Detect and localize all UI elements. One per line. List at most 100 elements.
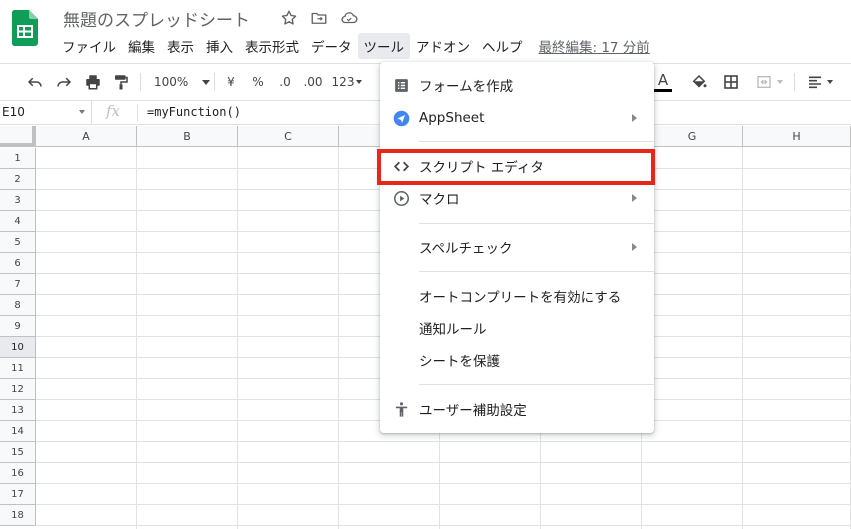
column-header[interactable]: G (642, 126, 743, 147)
column-header[interactable]: C (238, 126, 339, 147)
row-header[interactable]: 2 (0, 169, 36, 190)
zoom-value: 100% (154, 75, 189, 89)
tools-menu-item[interactable]: AppSheet (380, 102, 654, 134)
select-all-corner[interactable] (0, 126, 36, 147)
menu-separator (419, 141, 654, 142)
tools-menu-item-label: フォームを作成 (419, 79, 514, 95)
menu-file[interactable]: ファイル (56, 33, 122, 59)
column-header[interactable]: B (137, 126, 238, 147)
row-header[interactable]: 17 (0, 484, 36, 505)
column-gridline (338, 147, 339, 529)
increase-decimal-button[interactable]: .00 (300, 70, 326, 94)
last-edit-link[interactable]: 最終編集: 17 分前 (539, 36, 650, 56)
chevron-down-icon (79, 110, 85, 114)
tools-menu-item-label: 通知ルール (419, 322, 487, 338)
row-header[interactable]: 10 (0, 337, 36, 358)
tools-menu-item[interactable]: 通知ルール (380, 312, 654, 344)
row-header[interactable]: 1 (0, 148, 36, 169)
paint-format-icon[interactable] (110, 70, 132, 94)
submenu-arrow-icon (632, 194, 637, 202)
menu-view[interactable]: 表示 (161, 33, 200, 59)
column-gridline (237, 147, 238, 529)
row-header[interactable]: 11 (0, 358, 36, 379)
row-header[interactable]: 15 (0, 442, 36, 463)
row-gridline (36, 441, 851, 442)
menu-bar: ファイル 編集 表示 挿入 表示形式 データ ツール アドオン ヘルプ 最終編集… (56, 33, 650, 59)
menu-separator (419, 271, 654, 272)
chevron-down-icon (827, 80, 833, 84)
tools-menu-item-label: スクリプト エディタ (419, 160, 544, 176)
chevron-down-icon (356, 80, 363, 84)
menu-edit[interactable]: 編集 (122, 33, 161, 59)
row-header[interactable]: 8 (0, 295, 36, 316)
row-gridline (36, 504, 851, 505)
document-title[interactable]: 無題のスプレッドシート (63, 6, 250, 31)
move-to-folder-icon[interactable] (310, 9, 330, 29)
row-gridline (36, 483, 851, 484)
cloud-saved-icon[interactable] (340, 9, 360, 29)
menu-addons[interactable]: アドオン (410, 33, 476, 59)
cell-reference: E10 (2, 105, 25, 119)
menu-format[interactable]: 表示形式 (239, 33, 305, 59)
accessibility-icon (393, 401, 410, 418)
menu-separator (419, 384, 654, 385)
row-header[interactable]: 7 (0, 274, 36, 295)
column-header[interactable]: A (36, 126, 137, 147)
decrease-decimal-button[interactable]: .0 (273, 70, 297, 94)
percent-format-button[interactable]: % (249, 70, 267, 94)
title-bar: 無題のスプレッドシート ファイル 編集 表示 挿入 表示形式 データ ツール ア… (0, 0, 851, 62)
text-color-icon[interactable]: A (652, 70, 674, 94)
sheets-logo-icon[interactable] (11, 10, 39, 46)
menu-insert[interactable]: 挿入 (200, 33, 239, 59)
tools-menu-item[interactable]: オートコンプリートを有効にする (380, 280, 654, 312)
row-gridline (36, 525, 851, 526)
star-icon[interactable] (280, 9, 300, 29)
menu-data[interactable]: データ (305, 33, 358, 59)
tools-menu-item[interactable]: スペルチェック (380, 231, 654, 263)
tools-menu-item-label: AppSheet (419, 110, 485, 126)
row-header[interactable]: 16 (0, 463, 36, 484)
formula-input[interactable]: =myFunction() (147, 105, 241, 119)
menu-help[interactable]: ヘルプ (476, 33, 529, 59)
menu-tools[interactable]: ツール (357, 33, 410, 59)
print-icon[interactable] (82, 70, 104, 94)
code-icon (393, 158, 410, 175)
row-header[interactable]: 18 (0, 505, 36, 526)
merge-cells-icon[interactable] (750, 70, 788, 94)
align-icon[interactable] (802, 70, 838, 94)
more-formats-label: 123 (331, 75, 355, 89)
tools-menu: フォームを作成 AppSheet スクリプト エディタ マクロスペルチェックオートコン… (380, 62, 654, 433)
row-header[interactable]: 9 (0, 316, 36, 337)
currency-format-button[interactable]: ¥ (222, 70, 240, 94)
tools-menu-item[interactable]: フォームを作成 (380, 69, 654, 101)
tools-menu-item[interactable]: マクロ (380, 182, 654, 214)
column-gridline (136, 147, 137, 529)
zoom-select[interactable]: 100% (150, 70, 211, 94)
tools-menu-item[interactable]: スクリプト エディタ (380, 150, 654, 182)
row-header[interactable]: 5 (0, 232, 36, 253)
name-box[interactable]: E10 (0, 101, 92, 125)
tools-menu-item[interactable]: ユーザー補助設定 (380, 393, 654, 425)
row-header[interactable]: 13 (0, 400, 36, 421)
tools-menu-item-label: マクロ (419, 192, 460, 208)
row-header[interactable]: 6 (0, 253, 36, 274)
column-header[interactable]: H (743, 126, 851, 147)
tools-menu-item-label: オートコンプリートを有効にする (419, 290, 622, 306)
tools-menu-item[interactable]: シートを保護 (380, 344, 654, 376)
row-header[interactable]: 4 (0, 211, 36, 232)
redo-icon[interactable] (53, 70, 75, 94)
row-header[interactable]: 12 (0, 379, 36, 400)
row-header[interactable]: 14 (0, 421, 36, 442)
submenu-arrow-icon (632, 243, 637, 251)
text-color-letter: A (657, 71, 669, 89)
row-header[interactable]: 3 (0, 190, 36, 211)
borders-icon[interactable] (720, 70, 742, 94)
form-icon (393, 77, 410, 94)
undo-icon[interactable] (24, 70, 46, 94)
more-formats-button[interactable]: 123 (330, 70, 364, 94)
text-color-swatch (654, 89, 672, 92)
menu-separator (419, 223, 654, 224)
tools-menu-item-label: ユーザー補助設定 (419, 403, 527, 419)
fill-color-icon[interactable] (688, 70, 710, 94)
fx-icon: fx (106, 102, 121, 120)
